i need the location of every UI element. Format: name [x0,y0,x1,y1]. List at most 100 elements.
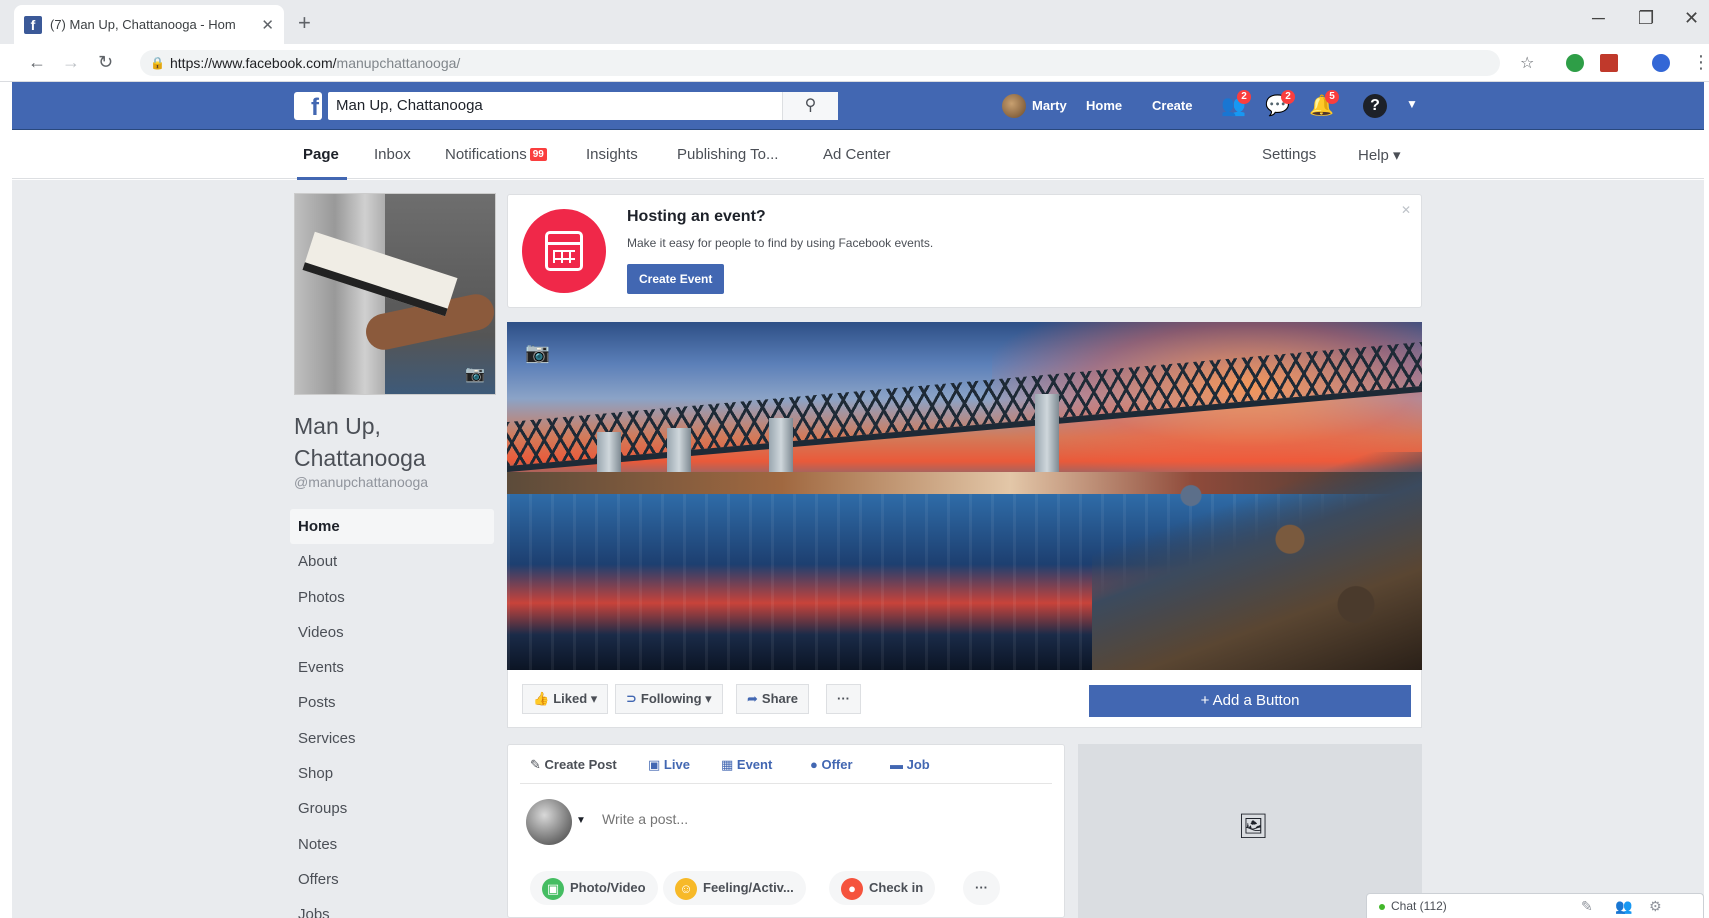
tab-page[interactable]: Page [297,146,347,180]
reload-icon[interactable]: ↻ [98,52,113,73]
sidebar-item-offers[interactable]: Offers [290,862,494,897]
chevron-down-icon[interactable]: ▼ [576,815,586,826]
event-card-title: Hosting an event? [627,208,766,225]
new-tab-icon[interactable]: + [298,10,311,36]
add-photo-panel[interactable]: 🖼 [1078,744,1422,918]
chat-bar[interactable]: Chat (112) ✎ 👥 ⚙ [1366,893,1704,918]
share-button[interactable]: ➦ Share [736,684,810,714]
home-link[interactable]: Home [1086,98,1122,113]
sidebar-item-home[interactable]: Home [290,509,494,545]
url-field[interactable]: 🔒 https://www.facebook.com/manupchattano… [140,50,1500,76]
check-in-button[interactable]: ● Check in [829,871,936,905]
composer-tab-create-post[interactable]: ✎ Create Post [530,757,617,773]
composer-tab-live[interactable]: ▣ Live [648,757,690,773]
browser-menu-icon[interactable]: ⋮ [1692,52,1709,73]
extension-check-icon[interactable] [1566,54,1584,72]
tab-help[interactable]: Help ▾ [1358,146,1401,164]
extension-pdf-icon[interactable] [1600,54,1618,72]
notifications-badge: 5 [1325,90,1339,104]
pencil-icon: ✎ [530,757,545,772]
liked-button[interactable]: 👍 Liked ▾ [522,684,609,714]
cover-photo[interactable]: 📷 [507,322,1422,670]
messenger-icon[interactable]: 💬 2 [1265,90,1295,119]
facebook-header: f ⚲ Marty Home Create 👥2 💬2 🔔5 ? ▼ [12,82,1704,130]
offer-tag-icon: ● [810,757,822,772]
close-icon[interactable]: ✕ [1401,203,1411,217]
restore-icon[interactable]: ❐ [1638,8,1654,29]
tab-ad-center[interactable]: Ad Center [823,146,891,163]
composer-tabs: ✎ Create Post ▣ Live ▦ Event ● Offer ▬ J… [520,745,1052,784]
composer-tab-offer[interactable]: ● Offer [810,757,853,772]
sidebar-item-videos[interactable]: Videos [290,615,494,650]
sidebar-item-photos[interactable]: Photos [290,580,494,615]
sidebar-item-posts[interactable]: Posts [290,685,494,720]
sidebar-item-notes[interactable]: Notes [290,827,494,862]
search-input[interactable] [328,92,824,120]
notifications-count-badge: 99 [529,148,547,161]
composer-tab-create-post-label: Create Post [544,757,617,772]
sidebar-item-events[interactable]: Events [290,650,494,685]
camera-icon[interactable]: 📷 [525,340,550,365]
profile-picture[interactable]: 📷 [294,193,496,395]
composer-tab-event[interactable]: ▦ Event [721,757,772,773]
profile-avatar-icon[interactable] [1652,54,1670,72]
notifications-bell-icon[interactable]: 🔔 5 [1309,90,1339,119]
page-handle[interactable]: @manupchattanooga [294,474,428,490]
tab-publishing-tools[interactable]: Publishing To... [677,146,778,163]
page-title: Man Up, Chattanooga [294,413,426,471]
camera-icon[interactable]: 📷 [465,364,485,384]
bookmark-star-icon[interactable]: ☆ [1520,53,1534,73]
share-button-label: Share [761,691,799,706]
tab-settings[interactable]: Settings [1262,146,1316,163]
chat-settings-gear-icon[interactable]: ⚙ [1649,894,1662,918]
search-icon[interactable]: ⚲ [782,92,838,120]
sidebar-item-services[interactable]: Services [290,721,494,756]
check-in-label: Check in [869,880,924,895]
help-icon[interactable]: ? [1363,94,1387,118]
user-profile-link[interactable]: Marty [1032,98,1067,113]
tab-insights[interactable]: Insights [586,146,638,163]
live-video-icon: ▣ [648,757,664,772]
sidebar-item-shop[interactable]: Shop [290,756,494,791]
cover-pier [1035,394,1059,484]
write-post-input[interactable] [602,811,1022,827]
composer-tab-event-label: Event [736,757,773,772]
photo-video-label: Photo/Video [570,880,646,895]
minimize-icon[interactable]: ─ [1592,8,1605,29]
address-bar-row: ← → ↻ 🔒 https://www.facebook.com/manupch… [0,44,1709,82]
create-event-button[interactable]: Create Event [627,264,725,294]
back-icon[interactable]: ← [28,52,46,73]
browser-tab[interactable]: f (7) Man Up, Chattanooga - Hom ✕ [14,5,284,44]
sidebar-item-about[interactable]: About [290,544,494,579]
composer-avatar[interactable] [526,799,572,845]
add-a-button[interactable]: + Add a Button [1089,685,1411,717]
sidebar-item-jobs[interactable]: Jobs [290,897,494,918]
composer-more-button[interactable]: ··· [963,871,1000,905]
hosting-event-card: Hosting an event? Make it easy for peopl… [507,194,1422,308]
close-window-icon[interactable]: ✕ [1684,8,1699,29]
facebook-logo-icon[interactable]: f [294,92,322,121]
forward-icon[interactable]: → [62,52,80,73]
photo-video-button[interactable]: ▣ Photo/Video [530,871,658,905]
tab-notifications[interactable]: Notifications 99 [445,146,547,163]
tab-inbox[interactable]: Inbox [374,146,411,163]
user-avatar[interactable] [1002,94,1026,118]
account-menu-caret-icon[interactable]: ▼ [1406,97,1418,111]
close-tab-icon[interactable]: ✕ [261,16,274,34]
tab-title: (7) Man Up, Chattanooga - Hom [50,17,236,32]
location-pin-icon: ● [841,877,863,900]
more-options-button[interactable]: ··· [826,684,861,714]
group-chat-icon[interactable]: 👥 [1615,894,1632,918]
rss-icon: ⊃ [626,691,637,706]
feeling-activity-button[interactable]: ☺ Feeling/Activ... [663,871,806,905]
friend-requests-badge: 2 [1237,90,1251,104]
url-host: https://www.facebook.com/ [170,55,337,71]
friend-requests-icon[interactable]: 👥 2 [1221,90,1251,119]
create-link[interactable]: Create [1152,98,1192,113]
new-message-icon[interactable]: ✎ [1581,894,1593,918]
sidebar-item-groups[interactable]: Groups [290,791,494,826]
add-photo-icon[interactable]: 🖼 [1238,812,1268,841]
following-button[interactable]: ⊃ Following ▾ [615,684,723,714]
composer-tab-job[interactable]: ▬ Job [890,757,930,772]
tab-notifications-label: Notifications [445,146,527,163]
